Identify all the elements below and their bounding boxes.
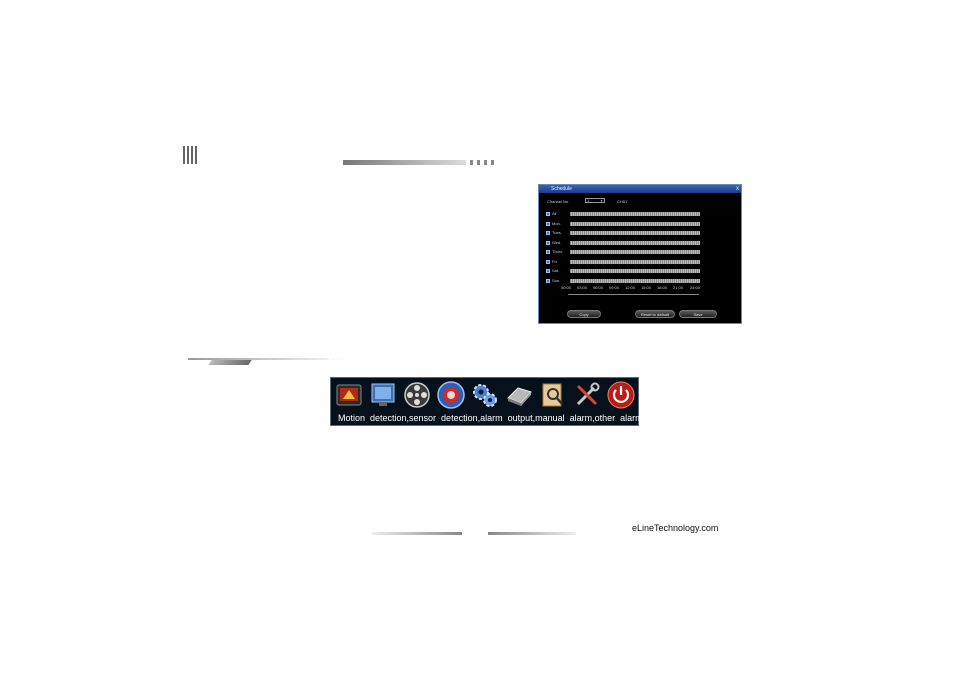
toolbar-caption: Motion detection,sensor detection,alarm … (338, 413, 646, 423)
day-schedule-bar[interactable] (570, 269, 700, 273)
chevron-down-icon: ▼ (600, 199, 603, 203)
day-checkbox[interactable] (546, 250, 550, 254)
time-tick: 12:00 (625, 285, 636, 290)
day-checkbox[interactable] (546, 221, 550, 226)
monitor-icon[interactable] (334, 380, 364, 410)
network-gears-icon[interactable] (470, 380, 500, 410)
header-rule (343, 160, 466, 165)
section-rule (188, 358, 328, 366)
reset-default-button[interactable]: Reset to default (635, 310, 675, 318)
save-button[interactable]: Save (679, 310, 717, 318)
footer-rule-right (488, 532, 576, 535)
day-label: Sat. (552, 268, 560, 273)
header-dots (470, 160, 500, 165)
day-row-wed: Wed. (546, 240, 716, 246)
time-tick: 18:00 (657, 285, 668, 290)
day-row-fri: Fri. (546, 259, 716, 265)
day-schedule-bar[interactable] (570, 231, 700, 235)
time-tick: 09:00 (609, 285, 620, 290)
day-label: Thurs. (552, 249, 564, 254)
close-icon[interactable]: x (736, 185, 739, 193)
day-schedule-bar[interactable] (570, 259, 700, 264)
time-axis: 00:00 03:00 06:00 09:00 12:00 15:00 18:0… (561, 285, 711, 291)
day-row-tue: Tues. (546, 230, 716, 236)
day-schedule-bar[interactable] (570, 278, 700, 283)
day-checkbox[interactable] (546, 278, 550, 283)
day-row-thu: Thurs. (546, 249, 716, 255)
day-row-sun: Sun. (546, 278, 716, 284)
footer-rule-left (372, 532, 462, 535)
day-label: All (552, 211, 557, 216)
dialog-title: Schedule (551, 186, 572, 192)
day-checkbox[interactable] (546, 231, 550, 235)
time-tick: 06:00 (593, 285, 604, 290)
day-row-mon: Mon. (546, 221, 716, 227)
day-checkbox[interactable] (546, 240, 550, 245)
time-tick: 21:00 (673, 285, 684, 290)
day-row-all: All (546, 211, 716, 217)
search-document-icon[interactable] (538, 380, 568, 410)
footer-site: eLineTechnology.com (632, 523, 719, 533)
day-label: Fri. (552, 258, 558, 264)
power-icon[interactable] (606, 380, 636, 410)
channel-value: 1 (587, 198, 590, 203)
day-schedule-bar[interactable] (570, 250, 700, 254)
main-menu-toolbar: Motion detection,sensor detection,alarm … (330, 377, 645, 426)
time-tick: 00:00 (561, 285, 572, 290)
day-schedule-bar[interactable] (570, 240, 700, 245)
copy-button[interactable]: Copy (567, 310, 601, 318)
day-label: Sun. (552, 277, 561, 283)
hard-disk-icon[interactable] (504, 380, 534, 410)
day-checkbox[interactable] (546, 259, 550, 264)
day-schedule-bar[interactable] (570, 221, 700, 226)
alarm-icon[interactable] (436, 380, 466, 410)
time-tick: 15:00 (641, 285, 652, 290)
day-label: Wed. (552, 239, 562, 245)
time-tick: 24:00 (690, 285, 701, 290)
time-tick: 03:00 (577, 285, 588, 290)
day-label: Mon. (552, 220, 561, 226)
dialog-titlebar: Schedule x (539, 185, 741, 193)
day-row-sat: Sat. (546, 268, 716, 274)
chapter-marker (183, 146, 199, 164)
film-reel-icon[interactable] (402, 380, 432, 410)
display-icon[interactable] (368, 380, 398, 410)
day-label: Tues. (552, 230, 562, 235)
day-schedule-bar[interactable] (570, 212, 700, 216)
section-dots: · · · · (328, 357, 344, 362)
time-scale-line (568, 292, 699, 295)
tools-icon[interactable] (572, 380, 602, 410)
schedule-dialog: Schedule x Channel No. 1 ▼ CH01 All Mon.… (538, 184, 742, 324)
channel-name: CH01 (617, 199, 628, 204)
channel-label: Channel No. (547, 199, 570, 204)
day-checkbox[interactable] (546, 212, 550, 216)
channel-select[interactable]: 1 ▼ (585, 198, 605, 203)
day-checkbox[interactable] (546, 269, 550, 273)
